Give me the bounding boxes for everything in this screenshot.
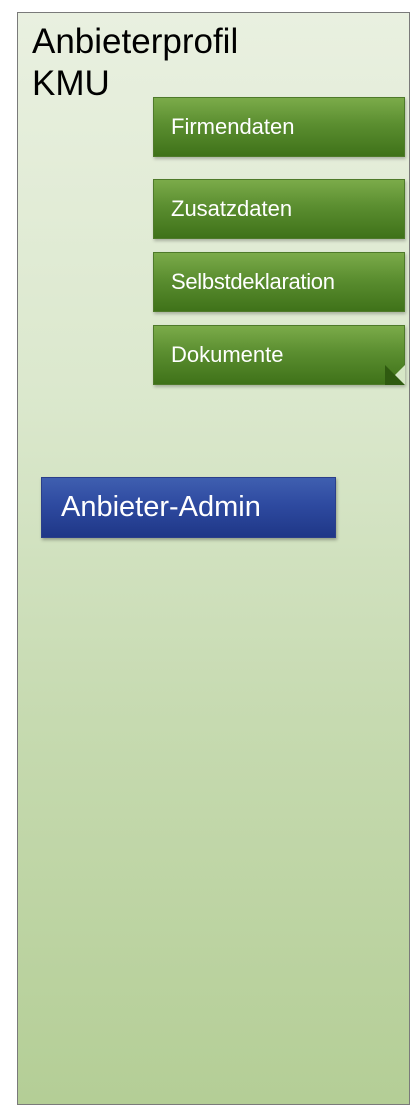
nav-item-selbstdeklaration[interactable]: Selbstdeklaration [153,252,405,312]
nav-item-dokumente[interactable]: Dokumente [153,325,405,385]
anbieter-admin-button[interactable]: Anbieter-Admin [41,477,336,538]
profile-panel [17,12,410,1105]
nav-item-firmendaten[interactable]: Firmendaten [153,97,405,157]
page-title: Anbieterprofil KMU [32,22,239,103]
nav-item-zusatzdaten[interactable]: Zusatzdaten [153,179,405,239]
